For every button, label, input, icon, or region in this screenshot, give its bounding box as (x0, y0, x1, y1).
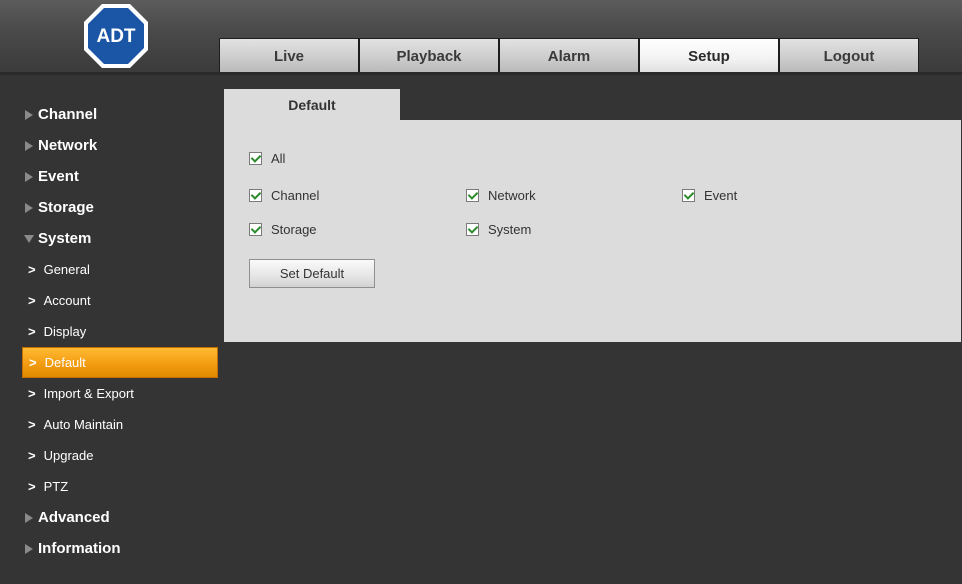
checkbox-event[interactable]: Event (682, 188, 737, 203)
expand-arrow-icon (25, 109, 33, 120)
sidebar-sub-general[interactable]: > General (22, 254, 218, 285)
set-default-button[interactable]: Set Default (249, 259, 375, 288)
sidebar-item-information[interactable]: Information (22, 533, 218, 564)
collapse-arrow-icon (24, 234, 34, 243)
expand-arrow-icon (25, 171, 33, 182)
sidebar-sub-ptz[interactable]: > PTZ (22, 471, 218, 502)
checkbox-all[interactable]: All (249, 151, 285, 166)
chevron-right-icon: > (29, 355, 37, 370)
default-settings-panel: All Channel Network Event Storage System… (224, 120, 961, 342)
sidebar-sub-account[interactable]: > Account (22, 285, 218, 316)
svg-text:ADT: ADT (96, 26, 135, 47)
chevron-right-icon: > (28, 386, 36, 401)
sidebar-sub-display[interactable]: > Display (22, 316, 218, 347)
header-divider (0, 72, 962, 75)
chevron-right-icon: > (28, 293, 36, 308)
chevron-right-icon: > (28, 448, 36, 463)
expand-arrow-icon (25, 543, 33, 554)
checkbox-checked-icon[interactable] (249, 189, 262, 202)
sidebar-sub-auto-maintain[interactable]: > Auto Maintain (22, 409, 218, 440)
sidebar-sub-default[interactable]: > Default (22, 347, 218, 378)
sidebar-sub-upgrade[interactable]: > Upgrade (22, 440, 218, 471)
setup-sidebar: Channel Network Event Storage System > Ge… (22, 99, 218, 564)
adt-logo: ADT (82, 2, 150, 70)
main-tabs: Live Playback Alarm Setup Logout (219, 38, 919, 73)
expand-arrow-icon (25, 202, 33, 213)
sidebar-item-channel[interactable]: Channel (22, 99, 218, 130)
tab-setup[interactable]: Setup (639, 38, 779, 73)
sidebar-item-event[interactable]: Event (22, 161, 218, 192)
tab-live[interactable]: Live (219, 38, 359, 73)
sidebar-item-network[interactable]: Network (22, 130, 218, 161)
chevron-right-icon: > (28, 417, 36, 432)
sidebar-item-system[interactable]: System (22, 223, 218, 254)
expand-arrow-icon (25, 512, 33, 523)
checkbox-network[interactable]: Network (466, 188, 536, 203)
sidebar-item-storage[interactable]: Storage (22, 192, 218, 223)
checkbox-system[interactable]: System (466, 222, 531, 237)
tab-alarm[interactable]: Alarm (499, 38, 639, 73)
checkbox-storage[interactable]: Storage (249, 222, 317, 237)
tab-default[interactable]: Default (224, 89, 400, 121)
checkbox-checked-icon[interactable] (249, 152, 262, 165)
checkbox-checked-icon[interactable] (682, 189, 695, 202)
expand-arrow-icon (25, 140, 33, 151)
top-header: ADT Live Playback Alarm Setup Logout (0, 0, 962, 75)
chevron-right-icon: > (28, 324, 36, 339)
checkbox-channel[interactable]: Channel (249, 188, 319, 203)
chevron-right-icon: > (28, 262, 36, 277)
checkbox-checked-icon[interactable] (466, 223, 479, 236)
sidebar-sub-import-export[interactable]: > Import & Export (22, 378, 218, 409)
chevron-right-icon: > (28, 479, 36, 494)
checkbox-checked-icon[interactable] (249, 223, 262, 236)
tab-logout[interactable]: Logout (779, 38, 919, 73)
sidebar-item-advanced[interactable]: Advanced (22, 502, 218, 533)
checkbox-checked-icon[interactable] (466, 189, 479, 202)
tab-playback[interactable]: Playback (359, 38, 499, 73)
